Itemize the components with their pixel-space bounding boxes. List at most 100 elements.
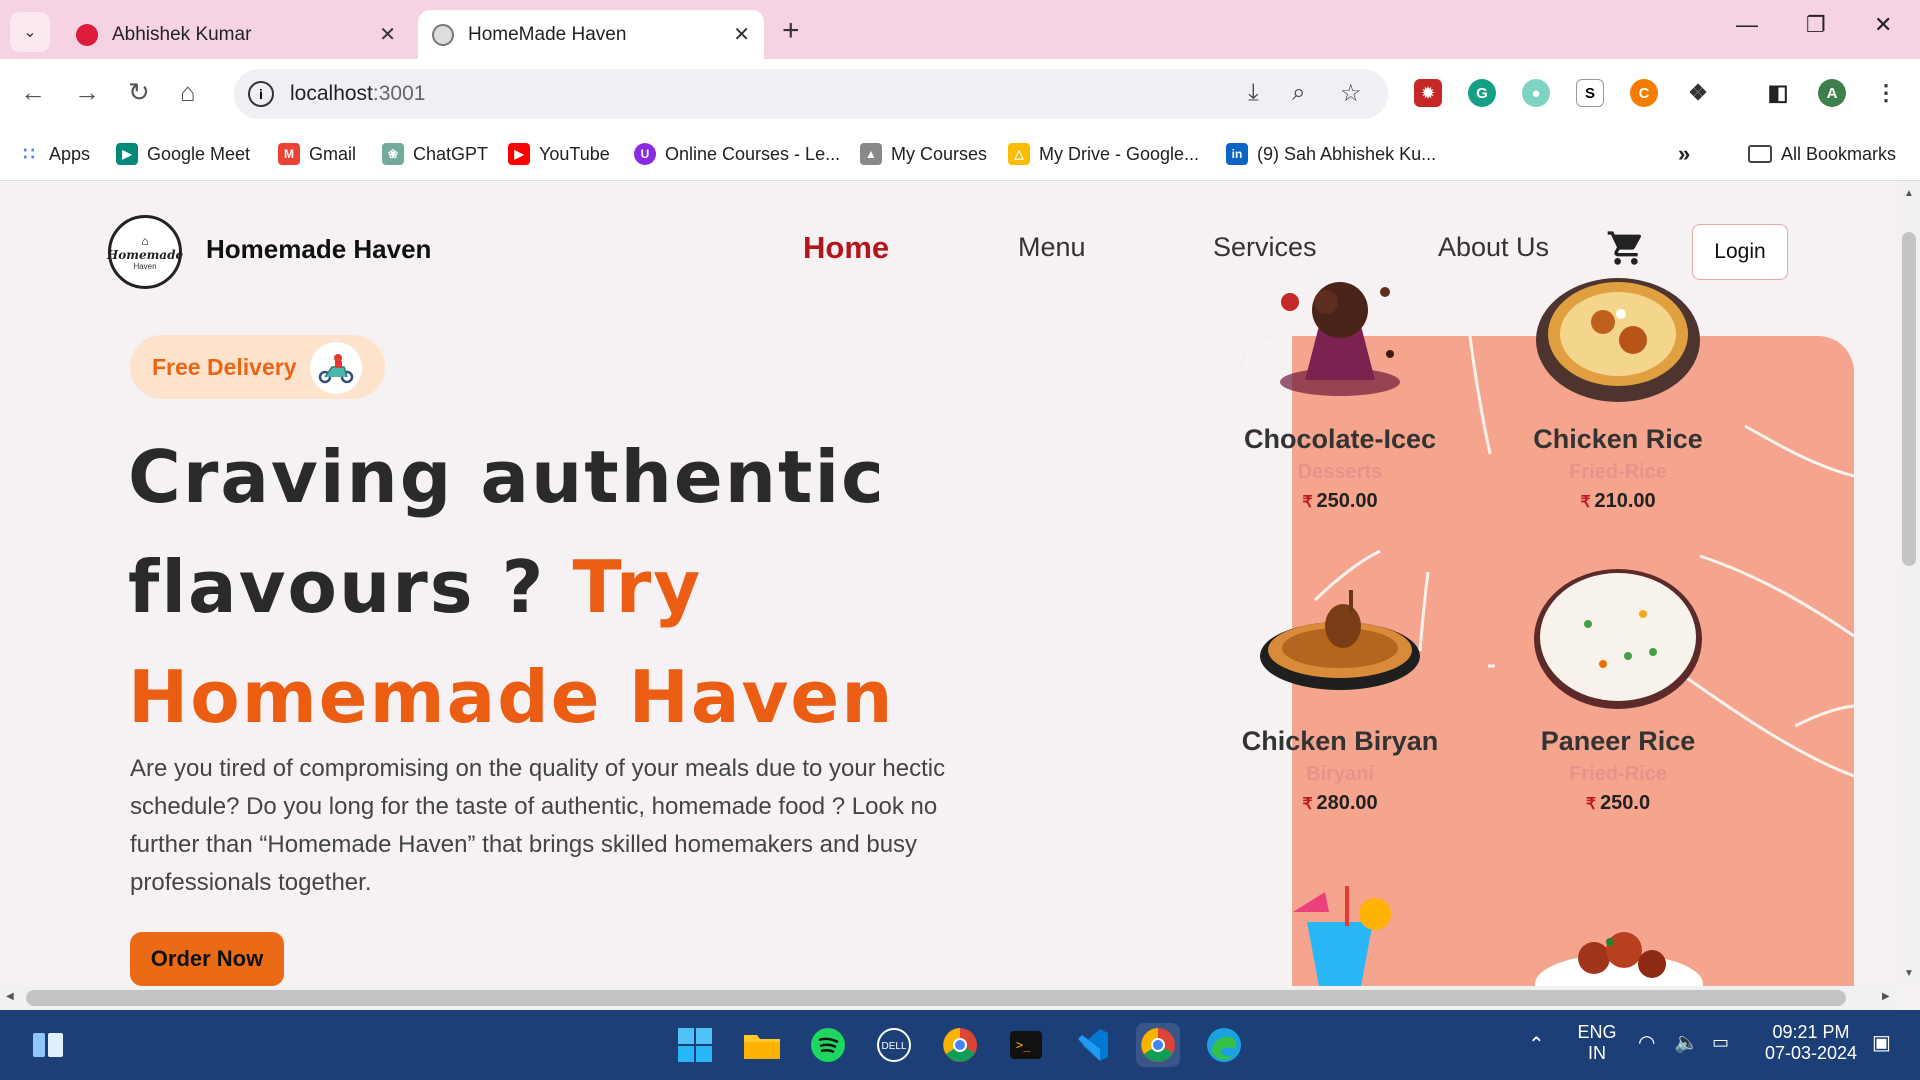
taskbar: DELL >_ ⌃ ENG IN ◠ 🔈 ▭ 09:21 PM 07-03-20… <box>0 1010 1920 1080</box>
horizontal-scroll-thumb[interactable] <box>26 990 1846 1006</box>
clock[interactable]: 09:21 PM 07-03-2024 <box>1756 1022 1866 1064</box>
food-card[interactable]: Chocolate-Icec Desserts ₹250.00 <box>1220 262 1460 513</box>
chrome-icon[interactable] <box>938 1023 982 1067</box>
food-card[interactable]: Chicken Biryan Biryani ₹280.00 <box>1220 564 1460 815</box>
bookmark-my-drive[interactable]: △ My Drive - Google... <box>1008 139 1199 169</box>
extension-s-icon[interactable]: S <box>1576 79 1604 107</box>
svg-text:DELL: DELL <box>881 1041 906 1052</box>
chevron-down-icon: ⌄ <box>23 24 37 41</box>
chilli-paneer-image <box>1534 924 1704 986</box>
scroll-right-icon[interactable]: ▶ <box>1882 991 1890 1002</box>
bookmark-linkedin[interactable]: in (9) Sah Abhishek Ku... <box>1226 139 1436 169</box>
forward-icon[interactable]: → <box>74 77 100 108</box>
dell-icon[interactable]: DELL <box>872 1023 916 1067</box>
tab-search-button[interactable]: ⌄ <box>10 12 50 52</box>
extensions-puzzle-icon[interactable]: ❖ <box>1684 79 1712 107</box>
chatgpt-icon: ❀ <box>382 143 404 165</box>
language-indicator[interactable]: ENG IN <box>1574 1022 1620 1064</box>
chicken-biryani-image <box>1255 564 1425 714</box>
battery-icon[interactable]: ▭ <box>1712 1032 1729 1053</box>
paneer-rice-image <box>1533 564 1703 714</box>
close-tab-icon[interactable]: ✕ <box>733 22 750 47</box>
page-viewport: ⌂ Homemade Haven Homemade Haven Home Men… <box>0 182 1898 986</box>
vertical-scroll-thumb[interactable] <box>1902 232 1916 566</box>
new-tab-button[interactable]: + <box>782 14 800 48</box>
site-favicon-icon <box>432 23 454 46</box>
start-windows-icon[interactable] <box>673 1023 717 1067</box>
food-name: Paneer Rice <box>1540 726 1696 756</box>
chicken-rice-image <box>1533 262 1703 412</box>
google-drive-icon: △ <box>1008 143 1030 165</box>
angular-favicon-icon <box>76 23 98 46</box>
apps-grid-icon: ∷ <box>23 143 35 164</box>
nav-home[interactable]: Home <box>803 230 889 266</box>
address-input[interactable]: i localhost:3001 ⤓ ⌕ ☆ <box>234 69 1388 119</box>
menu-kebab-icon[interactable]: ⋮ <box>1872 79 1900 107</box>
close-window-icon[interactable]: ✕ <box>1874 12 1892 38</box>
bookmark-gmail[interactable]: M Gmail <box>278 139 356 169</box>
food-card[interactable]: Chicken Rice Fried-Rice ₹210.00 <box>1498 262 1738 513</box>
nav-services[interactable]: Services <box>1213 232 1317 263</box>
close-tab-icon[interactable]: ✕ <box>379 22 396 47</box>
free-delivery-badge: Free Delivery <box>130 335 385 399</box>
site-info-icon[interactable]: i <box>248 81 274 107</box>
grammarly-icon[interactable]: G <box>1468 79 1496 107</box>
more-bookmarks-icon[interactable]: » <box>1678 139 1690 169</box>
youtube-icon: ▶ <box>508 143 530 165</box>
site-navbar: ⌂ Homemade Haven Homemade Haven Home Men… <box>0 182 1898 289</box>
google-meet-icon: ▶ <box>116 143 138 165</box>
address-toolbar: ← → ↻ ⌂ i localhost:3001 ⤓ ⌕ ☆ ✹ G ● S C… <box>0 59 1920 129</box>
bookmark-my-courses[interactable]: ▲ My Courses <box>860 139 987 169</box>
file-explorer-icon[interactable] <box>740 1023 784 1067</box>
terminal-icon[interactable]: >_ <box>1004 1023 1048 1067</box>
install-app-icon[interactable]: ⤓ <box>1248 79 1259 107</box>
vscode-icon[interactable] <box>1070 1023 1114 1067</box>
food-name: Chicken Biryan <box>1241 726 1439 756</box>
nav-menu[interactable]: Menu <box>1018 232 1086 263</box>
hero-description: Are you tired of compromising on the qua… <box>130 755 946 896</box>
side-panel-icon[interactable]: ◧ <box>1764 79 1792 107</box>
brand-name[interactable]: Homemade Haven <box>206 234 431 265</box>
nav-about-us[interactable]: About Us <box>1438 232 1549 263</box>
tab-homemade-haven[interactable]: HomeMade Haven ✕ <box>418 10 764 59</box>
extension-circle-icon[interactable]: ● <box>1522 79 1550 107</box>
back-icon[interactable]: ← <box>20 77 46 108</box>
scroll-down-icon[interactable]: ▼ <box>1904 968 1914 979</box>
extension-bug-icon[interactable]: ✹ <box>1414 79 1442 107</box>
scroll-up-icon[interactable]: ▲ <box>1904 188 1914 199</box>
bookmark-star-icon[interactable]: ☆ <box>1340 79 1362 108</box>
bookmark-google-meet[interactable]: ▶ Google Meet <box>116 139 250 169</box>
home-icon[interactable]: ⌂ <box>180 77 196 108</box>
bookmark-online-courses[interactable]: U Online Courses - Le... <box>634 139 840 169</box>
all-bookmarks-button[interactable]: All Bookmarks <box>1748 139 1896 169</box>
wifi-icon[interactable]: ◠ <box>1638 1030 1655 1055</box>
chrome-active-icon[interactable] <box>1136 1023 1180 1067</box>
widgets-icon[interactable] <box>26 1023 70 1067</box>
bookmark-youtube[interactable]: ▶ YouTube <box>508 139 610 169</box>
food-price: ₹250.0 <box>1585 792 1651 814</box>
volume-icon[interactable]: 🔈 <box>1674 1030 1699 1055</box>
horizontal-scrollbar[interactable]: ◀ ▶ <box>0 986 1898 1010</box>
hero-heading: Craving authentic flavours ? Try Homemad… <box>128 435 895 739</box>
tab-abhishek-kumar[interactable]: Abhishek Kumar ✕ <box>62 10 410 59</box>
blue-drink-image <box>1285 882 1395 986</box>
order-now-button[interactable]: Order Now <box>130 932 284 986</box>
bookmark-chatgpt[interactable]: ❀ ChatGPT <box>382 139 488 169</box>
spotify-icon[interactable] <box>806 1023 850 1067</box>
bookmark-apps[interactable]: ∷ Apps <box>18 139 90 169</box>
zoom-icon[interactable]: ⌕ <box>1292 79 1305 107</box>
extension-c-icon[interactable]: C <box>1630 79 1658 107</box>
minimize-icon[interactable]: — <box>1736 12 1758 38</box>
site-logo[interactable]: ⌂ Homemade Haven <box>107 215 183 289</box>
food-name: Chicken Rice <box>1533 424 1703 454</box>
edge-icon[interactable] <box>1202 1023 1246 1067</box>
reload-icon[interactable]: ↻ <box>128 77 150 108</box>
notification-icon[interactable]: ▣ <box>1872 1030 1891 1055</box>
food-category: Biryani <box>1306 763 1374 785</box>
restore-icon[interactable]: ❐ <box>1806 12 1826 38</box>
food-card[interactable]: Paneer Rice Fried-Rice ₹250.0 <box>1498 564 1738 815</box>
scroll-left-icon[interactable]: ◀ <box>6 991 14 1002</box>
vertical-scrollbar[interactable]: ▲ ▼ <box>1898 182 1920 986</box>
show-hidden-icons[interactable]: ⌃ <box>1528 1032 1545 1057</box>
profile-avatar[interactable]: A <box>1818 79 1846 107</box>
